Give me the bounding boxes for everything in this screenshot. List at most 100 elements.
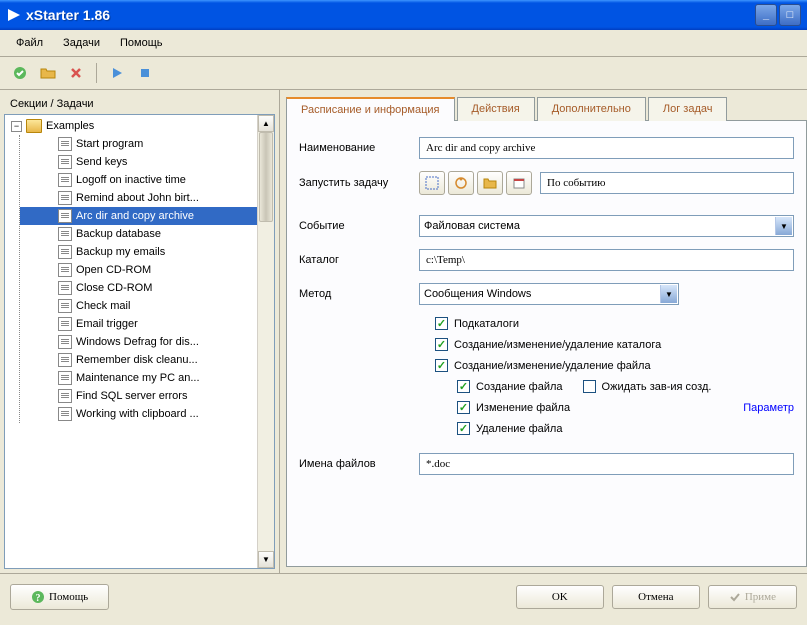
tree-item[interactable]: Logoff on inactive time — [20, 171, 272, 189]
name-input[interactable] — [419, 137, 794, 159]
app-icon — [6, 7, 22, 23]
tab-schedule[interactable]: Расписание и информация — [286, 97, 455, 121]
tree-root[interactable]: − Examples — [7, 117, 272, 135]
tree-item[interactable]: Check mail — [20, 297, 272, 315]
checkbox-filemodify[interactable]: ✓ — [457, 401, 470, 414]
right-panel: Расписание и информация Действия Дополни… — [280, 90, 807, 573]
tree-item-label: Send keys — [76, 156, 127, 168]
tree-item[interactable]: Maintenance my PC an... — [20, 369, 272, 387]
checkbox-subdirs[interactable]: ✓ — [435, 317, 448, 330]
tree-item-label: Close CD-ROM — [76, 282, 152, 294]
tree-item[interactable]: Backup database — [20, 225, 272, 243]
tree-item[interactable]: Open CD-ROM — [20, 261, 272, 279]
scroll-up-icon[interactable]: ▲ — [258, 115, 274, 132]
schedule-type-icon-1[interactable] — [419, 171, 445, 195]
toolbar-play-icon[interactable] — [105, 61, 129, 85]
tree-item-label: Remember disk cleanu... — [76, 354, 198, 366]
folder-icon — [26, 119, 42, 133]
schedule-type-icon-4[interactable] — [506, 171, 532, 195]
file-icon — [58, 389, 72, 403]
tree-item[interactable]: Start program — [20, 135, 272, 153]
tree-item[interactable]: Find SQL server errors — [20, 387, 272, 405]
maximize-button[interactable]: □ — [779, 4, 801, 26]
tree-item-label: Check mail — [76, 300, 130, 312]
file-icon — [58, 155, 72, 169]
tree-item-label: Arc dir and copy archive — [76, 210, 194, 222]
tree-item[interactable]: Send keys — [20, 153, 272, 171]
checkbox-filecrud[interactable]: ✓ — [435, 359, 448, 372]
menu-tasks[interactable]: Задачи — [55, 34, 108, 52]
left-panel: Секции / Задачи − Examples Start program… — [0, 90, 280, 573]
scrollbar[interactable]: ▲ ▼ — [257, 115, 274, 568]
tree-item[interactable]: Remember disk cleanu... — [20, 351, 272, 369]
chevron-down-icon: ▼ — [660, 285, 677, 303]
file-icon — [58, 209, 72, 223]
apply-button[interactable]: Приме — [708, 585, 797, 609]
menu-file[interactable]: Файл — [8, 34, 51, 52]
method-value: Сообщения Windows — [424, 288, 531, 300]
tree-item[interactable]: Email trigger — [20, 315, 272, 333]
checkbox-filedelete-label: Удаление файла — [476, 423, 562, 435]
toolbar — [0, 57, 807, 90]
chevron-down-icon: ▼ — [775, 217, 792, 235]
tree-item-label: Backup database — [76, 228, 161, 240]
toolbar-check-icon[interactable] — [8, 61, 32, 85]
method-label: Метод — [299, 288, 419, 300]
ok-button[interactable]: OK — [516, 585, 604, 609]
schedule-type-icon-2[interactable] — [448, 171, 474, 195]
toolbar-stop-icon[interactable] — [133, 61, 157, 85]
checkbox-filecrud-label: Создание/изменение/удаление файла — [454, 360, 651, 372]
tree-item[interactable]: Backup my emails — [20, 243, 272, 261]
scroll-down-icon[interactable]: ▼ — [258, 551, 274, 568]
checkbox-subdirs-label: Подкаталоги — [454, 318, 519, 330]
help-button[interactable]: ? Помощь — [10, 584, 109, 610]
catalog-input[interactable] — [419, 249, 794, 271]
tab-content: Наименование Запустить задачу Событие Фа… — [286, 121, 807, 567]
tree-item[interactable]: Remind about John birt... — [20, 189, 272, 207]
file-icon — [58, 191, 72, 205]
checkbox-waitcreate[interactable]: ✓ — [583, 380, 596, 393]
file-icon — [58, 353, 72, 367]
runtask-label: Запустить задачу — [299, 177, 419, 189]
collapse-icon[interactable]: − — [11, 121, 22, 132]
bottom-bar: ? Помощь OK Отмена Приме — [0, 573, 807, 620]
checkbox-filemodify-label: Изменение файла — [476, 402, 570, 414]
tree-item-label: Find SQL server errors — [76, 390, 187, 402]
menu-help[interactable]: Помощь — [112, 34, 171, 52]
checkbox-filedelete[interactable]: ✓ — [457, 422, 470, 435]
checkbox-waitcreate-label: Ожидать зав-ия созд. — [602, 381, 712, 393]
minimize-button[interactable]: _ — [755, 4, 777, 26]
tree-item-label: Email trigger — [76, 318, 138, 330]
name-label: Наименование — [299, 142, 419, 154]
params-link[interactable]: Параметр — [743, 402, 794, 414]
tree-item[interactable]: Arc dir and copy archive — [20, 207, 272, 225]
event-value: Файловая система — [424, 220, 520, 232]
tab-additional[interactable]: Дополнительно — [537, 97, 646, 121]
left-panel-header: Секции / Задачи — [4, 94, 275, 114]
filenames-input[interactable] — [419, 453, 794, 475]
method-select[interactable]: Сообщения Windows ▼ — [419, 283, 679, 305]
toolbar-separator — [96, 63, 97, 83]
tree-item[interactable]: Working with clipboard ... — [20, 405, 272, 423]
file-icon — [58, 263, 72, 277]
toolbar-folder-icon[interactable] — [36, 61, 60, 85]
menubar: Файл Задачи Помощь — [0, 30, 807, 57]
toolbar-delete-icon[interactable] — [64, 61, 88, 85]
tree-item[interactable]: Windows Defrag for dis... — [20, 333, 272, 351]
help-button-label: Помощь — [49, 591, 88, 603]
runtask-input[interactable] — [540, 172, 794, 194]
tree-item[interactable]: Close CD-ROM — [20, 279, 272, 297]
tab-actions[interactable]: Действия — [457, 97, 535, 121]
cancel-button[interactable]: Отмена — [612, 585, 700, 609]
schedule-type-icon-3[interactable] — [477, 171, 503, 195]
tree-item-label: Open CD-ROM — [76, 264, 151, 276]
file-icon — [58, 173, 72, 187]
tree-item-label: Backup my emails — [76, 246, 165, 258]
scroll-thumb[interactable] — [259, 132, 273, 222]
checkbox-dircrud[interactable]: ✓ — [435, 338, 448, 351]
tab-log[interactable]: Лог задач — [648, 97, 728, 121]
checkbox-dircrud-label: Создание/изменение/удаление каталога — [454, 339, 661, 351]
tree-item-label: Logoff on inactive time — [76, 174, 186, 186]
checkbox-filecreate[interactable]: ✓ — [457, 380, 470, 393]
event-select[interactable]: Файловая система ▼ — [419, 215, 794, 237]
